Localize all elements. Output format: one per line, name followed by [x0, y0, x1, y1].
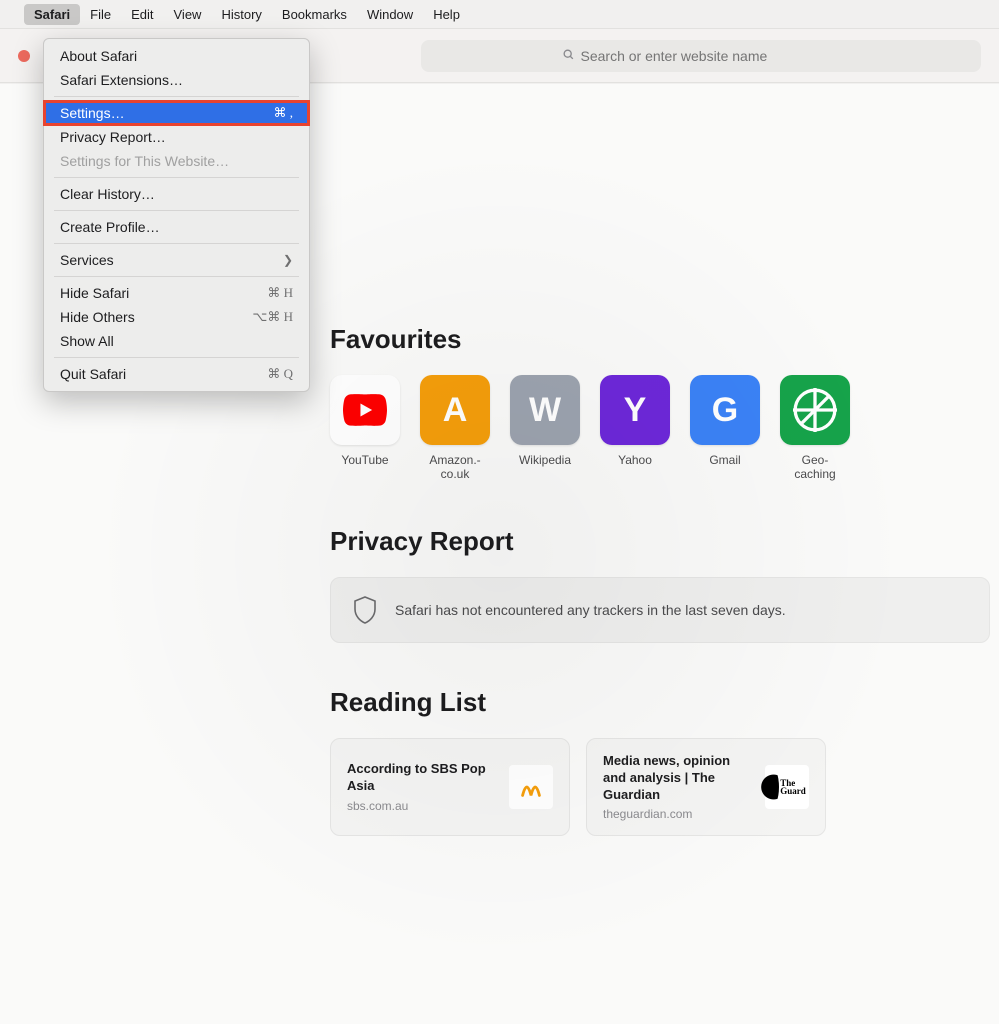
privacy-heading: Privacy Report	[330, 526, 999, 557]
safari-menu-dropdown: About Safari Safari Extensions… Settings…	[43, 38, 310, 392]
menu-edit[interactable]: Edit	[121, 4, 163, 25]
wikipedia-icon: W	[510, 375, 580, 445]
menu-site-settings: Settings for This Website…	[44, 149, 309, 173]
favourite-amazon[interactable]: A Amazon.-co.uk	[420, 375, 490, 482]
favourite-youtube[interactable]: YouTube	[330, 375, 400, 482]
menubar: Safari File Edit View History Bookmarks …	[0, 0, 999, 28]
gmail-icon: G	[690, 375, 760, 445]
geocaching-icon	[780, 375, 850, 445]
menu-hide-others[interactable]: Hide Others ⌥⌘ H	[44, 305, 309, 329]
address-search-bar[interactable]	[421, 40, 981, 72]
menu-separator	[54, 276, 299, 277]
menu-hide-others-shortcut: ⌥⌘ H	[252, 309, 293, 325]
favourite-label: Geo-caching	[780, 453, 850, 482]
menu-clear-history[interactable]: Clear History…	[44, 182, 309, 206]
reading-item-guardian[interactable]: Media news, opinion and analysis | The G…	[586, 738, 826, 837]
youtube-icon	[330, 375, 400, 445]
search-input[interactable]	[581, 48, 841, 64]
menu-settings-shortcut: ⌘ ,	[274, 105, 294, 121]
menu-help[interactable]: Help	[423, 4, 470, 25]
menu-hide-others-label: Hide Others	[60, 309, 135, 325]
favourite-yahoo[interactable]: Y Yahoo	[600, 375, 670, 482]
amazon-icon: A	[420, 375, 490, 445]
menu-privacy-report[interactable]: Privacy Report…	[44, 125, 309, 149]
menu-separator	[54, 243, 299, 244]
reading-item-domain: sbs.com.au	[347, 799, 497, 813]
menu-show-all[interactable]: Show All	[44, 329, 309, 353]
favourite-label: Yahoo	[600, 453, 670, 467]
yahoo-icon: Y	[600, 375, 670, 445]
favourites-row: YouTube A Amazon.-co.uk W Wikipedia Y Ya…	[330, 375, 999, 482]
privacy-report-card[interactable]: Safari has not encountered any trackers …	[330, 577, 990, 643]
reading-item-title: According to SBS Pop Asia	[347, 761, 497, 795]
menu-quit-label: Quit Safari	[60, 366, 126, 382]
privacy-message: Safari has not encountered any trackers …	[395, 602, 786, 618]
menu-view[interactable]: View	[164, 4, 212, 25]
menu-separator	[54, 177, 299, 178]
favourite-label: Gmail	[690, 453, 760, 467]
menu-separator	[54, 96, 299, 97]
favourite-geocaching[interactable]: Geo-caching	[780, 375, 850, 482]
reading-item-title: Media news, opinion and analysis | The G…	[603, 753, 753, 804]
reading-item-domain: theguardian.com	[603, 807, 753, 821]
favourites-heading: Favourites	[330, 324, 999, 355]
menu-bookmarks[interactable]: Bookmarks	[272, 4, 357, 25]
menu-hide-safari[interactable]: Hide Safari ⌘ H	[44, 281, 309, 305]
menu-file[interactable]: File	[80, 4, 121, 25]
menu-create-profile[interactable]: Create Profile…	[44, 215, 309, 239]
menu-settings[interactable]: Settings… ⌘ ,	[44, 101, 309, 125]
menu-services[interactable]: Services ❯	[44, 248, 309, 272]
menu-hide-safari-label: Hide Safari	[60, 285, 129, 301]
close-window-icon[interactable]	[18, 50, 30, 62]
search-icon	[562, 48, 575, 64]
menu-separator	[54, 357, 299, 358]
shield-icon	[353, 596, 377, 624]
reading-list-heading: Reading List	[330, 687, 999, 718]
reading-item-sbs[interactable]: According to SBS Pop Asia sbs.com.au	[330, 738, 570, 837]
chevron-right-icon: ❯	[283, 253, 293, 267]
favourite-gmail[interactable]: G Gmail	[690, 375, 760, 482]
menu-about-safari[interactable]: About Safari	[44, 44, 309, 68]
reading-list-row: According to SBS Pop Asia sbs.com.au Med…	[330, 738, 999, 837]
favourite-wikipedia[interactable]: W Wikipedia	[510, 375, 580, 482]
menu-settings-label: Settings…	[60, 105, 125, 121]
guardian-icon: TheGuard	[765, 765, 809, 809]
menu-services-label: Services	[60, 252, 114, 268]
favourite-label: YouTube	[330, 453, 400, 467]
menu-quit-shortcut: ⌘ Q	[267, 366, 293, 382]
favourite-label: Wikipedia	[510, 453, 580, 467]
menu-hide-safari-shortcut: ⌘ H	[267, 285, 293, 301]
menu-safari-extensions[interactable]: Safari Extensions…	[44, 68, 309, 92]
favourite-label: Amazon.-co.uk	[420, 453, 490, 482]
sbs-icon	[509, 765, 553, 809]
menu-quit-safari[interactable]: Quit Safari ⌘ Q	[44, 362, 309, 386]
menu-window[interactable]: Window	[357, 4, 423, 25]
menu-safari[interactable]: Safari	[24, 4, 80, 25]
menu-history[interactable]: History	[211, 4, 271, 25]
menu-separator	[54, 210, 299, 211]
